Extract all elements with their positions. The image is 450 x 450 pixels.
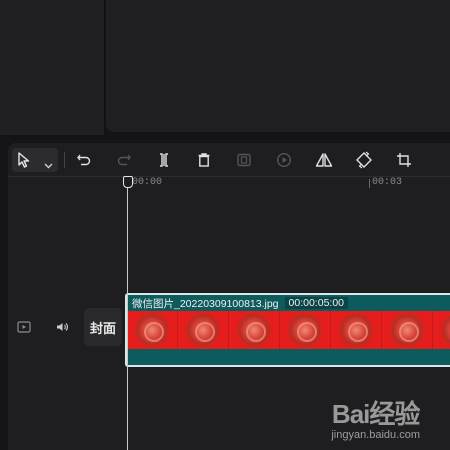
crop-button[interactable] <box>392 148 416 172</box>
rotate-icon <box>356 151 372 169</box>
ruler-tick-label: 00:00 <box>132 177 163 188</box>
cover-button-label: 封面 <box>89 320 116 336</box>
preview-panel <box>106 0 450 132</box>
playhead-handle[interactable] <box>123 176 133 188</box>
clip-thumbnail <box>331 311 382 349</box>
delete-button[interactable] <box>192 148 216 172</box>
toolbar-separator <box>64 152 65 168</box>
watermark-logo: Bai经验 <box>331 399 420 429</box>
clip-name: 微信图片_20220309100813.jpg <box>132 297 279 310</box>
timeline-toolbar <box>8 143 450 177</box>
clip-thumbnail <box>229 311 280 349</box>
rotate-button[interactable] <box>352 148 376 172</box>
clip-duration: 00:00:05:00 <box>284 297 348 309</box>
split-button[interactable] <box>152 148 176 172</box>
redo-button[interactable] <box>112 148 136 172</box>
clip-thumbnail <box>178 311 229 349</box>
ruler-tick <box>369 179 370 188</box>
select-tool-button[interactable] <box>12 148 58 172</box>
undo-button[interactable] <box>72 148 96 172</box>
crop-icon <box>397 153 411 167</box>
reverse-button[interactable] <box>272 148 296 172</box>
mirror-icon <box>315 153 333 167</box>
clip-thumbnails <box>127 311 450 349</box>
mirror-button[interactable] <box>312 148 336 172</box>
editor-window: 00:00 00:03 封面 微信图片_20220309100813.jpg 0… <box>0 0 450 450</box>
play-circle-icon <box>276 152 292 168</box>
video-clip[interactable]: 微信图片_20220309100813.jpg 00:00:05:00 <box>125 293 450 367</box>
split-icon <box>160 153 168 167</box>
clip-header: 微信图片_20220309100813.jpg 00:00:05:00 <box>127 295 450 311</box>
redo-icon <box>117 154 131 166</box>
speaker-icon <box>57 323 68 331</box>
track-mute-toggle[interactable] <box>51 316 73 338</box>
chevron-down-icon[interactable] <box>44 156 53 174</box>
video-frame-icon <box>17 321 31 333</box>
ruler-tick-label: 00:03 <box>372 177 403 188</box>
freeze-frame-button[interactable] <box>232 148 256 172</box>
cover-button[interactable]: 封面 <box>84 308 122 346</box>
clip-thumbnail <box>280 311 331 349</box>
clip-thumbnail <box>127 311 178 349</box>
cursor-icon <box>17 152 31 173</box>
time-ruler[interactable]: 00:00 00:03 <box>8 177 450 191</box>
media-panel <box>0 0 105 135</box>
playhead-line <box>127 183 128 450</box>
trash-icon <box>198 153 210 167</box>
clip-thumbnail <box>382 311 433 349</box>
clip-thumbnail <box>433 311 450 349</box>
watermark: Bai经验 jingyan.baidu.com <box>331 394 420 441</box>
freeze-frame-icon <box>237 153 251 167</box>
track-preview-toggle[interactable] <box>13 316 35 338</box>
watermark-url: jingyan.baidu.com <box>331 429 420 441</box>
undo-icon <box>77 154 91 166</box>
